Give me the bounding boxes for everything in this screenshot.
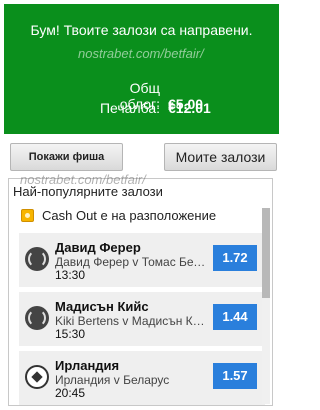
event-name: Ирландия v Беларус xyxy=(55,373,170,387)
scrollbar[interactable] xyxy=(262,208,270,404)
list-item[interactable]: Давид Ферер Давид Ферер v Томас Белуччи … xyxy=(19,233,265,287)
winnings-value: €12.01 xyxy=(168,100,211,116)
scrollbar-thumb[interactable] xyxy=(262,208,270,298)
event-time: 15:30 xyxy=(55,327,86,341)
cashout-notice: Cash Out е на разположение xyxy=(21,208,216,223)
winnings-row: Печалба: €12.01 xyxy=(90,100,211,116)
selection-name: Давид Ферер xyxy=(55,240,141,255)
list-item[interactable]: Мадисън Кийс Kiki Bertens v Мадисън Кийс… xyxy=(19,292,265,346)
bet-confirmation-banner: Бум! Твоите залози са направени. nostrab… xyxy=(4,4,279,134)
cashout-label: Cash Out е на разположение xyxy=(42,208,217,223)
tennis-ball-icon xyxy=(25,306,49,330)
list-item[interactable]: Ирландия Ирландия v Беларус 20:45 1.57 xyxy=(19,351,265,405)
selection-name: Мадисън Кийс xyxy=(55,299,149,314)
confirmation-message: Бум! Твоите залози са направени. xyxy=(30,22,253,38)
my-bets-button[interactable]: Моите залози xyxy=(164,143,277,171)
watermark: nostrabet.com/betfair/ xyxy=(78,46,204,61)
soccer-ball-icon xyxy=(25,365,49,389)
odds-button[interactable]: 1.57 xyxy=(213,363,257,389)
odds-button[interactable]: 1.44 xyxy=(213,304,257,330)
winnings-label: Печалба: xyxy=(99,100,160,116)
cashout-coin-icon xyxy=(21,209,34,222)
event-name: Давид Ферер v Томас Белуччи xyxy=(55,255,207,269)
odds-button[interactable]: 1.72 xyxy=(213,245,257,271)
selection-name: Ирландия xyxy=(55,358,120,373)
popular-bets-title: Най-популярните залози xyxy=(13,184,163,199)
popular-bets-panel: Най-популярните залози Cash Out е на раз… xyxy=(8,178,273,406)
event-name: Kiki Bertens v Мадисън Кийс xyxy=(55,314,207,328)
event-time: 13:30 xyxy=(55,268,86,282)
event-time: 20:45 xyxy=(55,386,86,400)
tennis-ball-icon xyxy=(25,247,49,271)
show-slip-button[interactable]: Покажи фиша xyxy=(10,143,123,171)
